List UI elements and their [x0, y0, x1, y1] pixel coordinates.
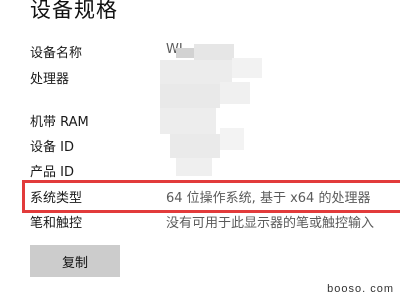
product-id-label: 产品 ID	[30, 165, 74, 180]
page-title: 设备规格	[30, 0, 118, 22]
watermark: booso. com	[327, 283, 394, 295]
system-type-value: 64 位操作系统, 基于 x64 的处理器	[166, 191, 371, 206]
pen-touch-label: 笔和触控	[30, 216, 83, 231]
device-name-label: 设备名称	[30, 46, 83, 61]
processor-label: 处理器	[30, 72, 70, 87]
ram-label: 机带 RAM	[30, 115, 89, 130]
copy-button[interactable]: 复制	[30, 245, 120, 277]
pen-touch-value: 没有可用于此显示器的笔或触控输入	[166, 216, 375, 231]
system-type-label: 系统类型	[30, 191, 83, 206]
device-id-label: 设备 ID	[30, 140, 74, 155]
